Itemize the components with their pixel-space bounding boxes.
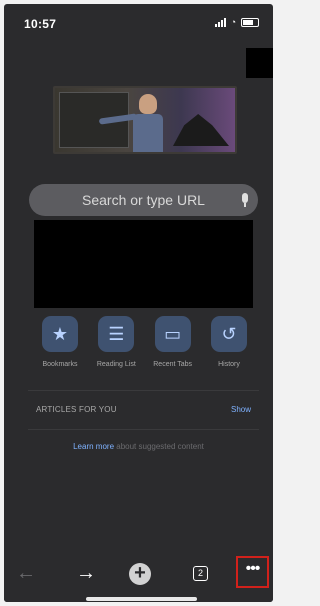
doodle-person-head bbox=[139, 94, 157, 114]
shortcut-reading-list[interactable]: ☰ Reading List bbox=[88, 316, 144, 368]
shortcut-label: Bookmarks bbox=[42, 361, 78, 368]
show-articles-button[interactable]: Show bbox=[231, 405, 251, 414]
doodle-person-body bbox=[133, 114, 163, 152]
doodle-image[interactable] bbox=[53, 86, 237, 154]
learn-more-rest: about suggested content bbox=[114, 442, 204, 451]
battery-icon bbox=[241, 18, 259, 27]
status-icons: ◔ bbox=[214, 17, 259, 27]
signal-icon bbox=[214, 18, 226, 27]
shortcut-history[interactable]: ↺ History bbox=[201, 316, 257, 368]
shortcut-recent-tabs[interactable]: ▭ Recent Tabs bbox=[145, 316, 201, 368]
tab-switcher-button[interactable]: 2 bbox=[193, 566, 208, 581]
doodle-house bbox=[173, 114, 229, 146]
back-arrow-icon[interactable]: ← bbox=[16, 562, 36, 584]
shortcuts-row: ★ Bookmarks ☰ Reading List ▭ Recent Tabs… bbox=[32, 316, 257, 368]
new-tab-plus-icon[interactable]: + bbox=[129, 563, 151, 585]
articles-title: ARTICLES FOR YOU bbox=[36, 405, 117, 414]
shortcut-label: Recent Tabs bbox=[153, 361, 193, 368]
home-indicator[interactable] bbox=[86, 597, 197, 601]
search-placeholder: Search or type URL bbox=[82, 192, 205, 208]
bottom-toolbar: ← → + 2 ••• bbox=[4, 556, 273, 602]
redacted-block bbox=[34, 220, 253, 308]
forward-arrow-icon[interactable]: → bbox=[76, 562, 96, 584]
history-icon[interactable]: ↺ bbox=[210, 316, 247, 352]
wifi-icon: ◔ bbox=[230, 17, 236, 27]
search-input[interactable]: Search or type URL bbox=[29, 184, 258, 216]
list-icon[interactable]: ☰ bbox=[98, 316, 135, 352]
shortcut-label: History bbox=[218, 361, 240, 368]
more-dots-icon: ••• bbox=[245, 560, 261, 577]
learn-more-link[interactable]: Learn more bbox=[73, 442, 114, 451]
status-time: 10:57 bbox=[24, 17, 57, 31]
star-icon[interactable]: ★ bbox=[42, 316, 78, 352]
redacted-block bbox=[246, 48, 273, 78]
shortcut-label: Reading List bbox=[96, 361, 136, 368]
learn-more-text: Learn more about suggested content bbox=[4, 442, 273, 451]
devices-icon[interactable]: ▭ bbox=[154, 316, 191, 352]
status-bar: 10:57 ◔ bbox=[4, 4, 273, 38]
articles-section: ARTICLES FOR YOU Show bbox=[28, 390, 259, 430]
microphone-icon[interactable] bbox=[242, 193, 248, 207]
browser-screen: 10:57 ◔ Search or type URL ★ Bookmarks ☰… bbox=[4, 4, 273, 602]
more-menu-button[interactable]: ••• bbox=[236, 556, 269, 588]
shortcut-bookmarks[interactable]: ★ Bookmarks bbox=[32, 316, 88, 368]
